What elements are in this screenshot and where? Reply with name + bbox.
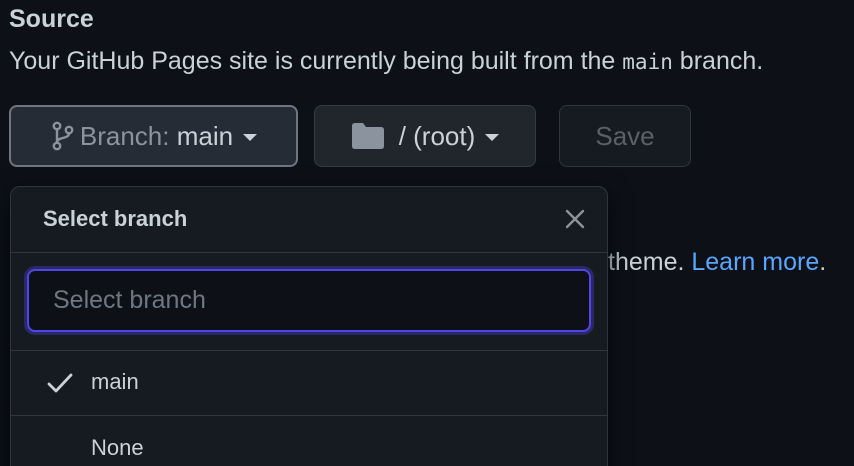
select-branch-dropdown: Select branch main None: [10, 186, 608, 466]
branch-value: main: [176, 120, 234, 151]
folder-icon: [351, 123, 384, 149]
branch-prefix: Branch:: [79, 120, 170, 151]
description-end: branch.: [672, 47, 764, 75]
branch-filter-input[interactable]: [27, 269, 591, 332]
dropdown-title: Select branch: [43, 206, 188, 231]
branch-select-button[interactable]: Branch: main: [9, 105, 298, 167]
check-icon: [47, 373, 73, 393]
dropdown-item-label: main: [91, 369, 139, 394]
folder-label: / (root): [398, 120, 476, 151]
dropdown-header: Select branch: [11, 187, 607, 253]
learn-more-link[interactable]: Learn more: [691, 248, 819, 276]
save-button[interactable]: Save: [559, 105, 691, 167]
period: .: [819, 248, 827, 276]
source-heading: Source: [9, 5, 94, 33]
description-text: Your GitHub Pages site is currently bein…: [9, 47, 623, 75]
dropdown-item-main[interactable]: main: [11, 350, 607, 416]
dropdown-item-label: None: [91, 435, 144, 460]
git-branch-icon: [52, 121, 74, 151]
source-description: Your GitHub Pages site is currently bein…: [9, 47, 763, 76]
theme-sentence: theme.: [608, 248, 692, 276]
dropdown-item-none[interactable]: None: [11, 416, 607, 466]
chevron-down-icon: [485, 133, 500, 141]
dropdown-filter: [11, 252, 607, 351]
chevron-down-icon: [243, 133, 258, 141]
branch-code: main: [622, 50, 673, 74]
folder-select-button[interactable]: / (root): [314, 105, 536, 167]
theme-text: theme. Learn more.: [608, 248, 826, 277]
github-pages-settings: Source Your GitHub Pages site is current…: [0, 0, 854, 466]
close-icon[interactable]: [563, 207, 587, 231]
